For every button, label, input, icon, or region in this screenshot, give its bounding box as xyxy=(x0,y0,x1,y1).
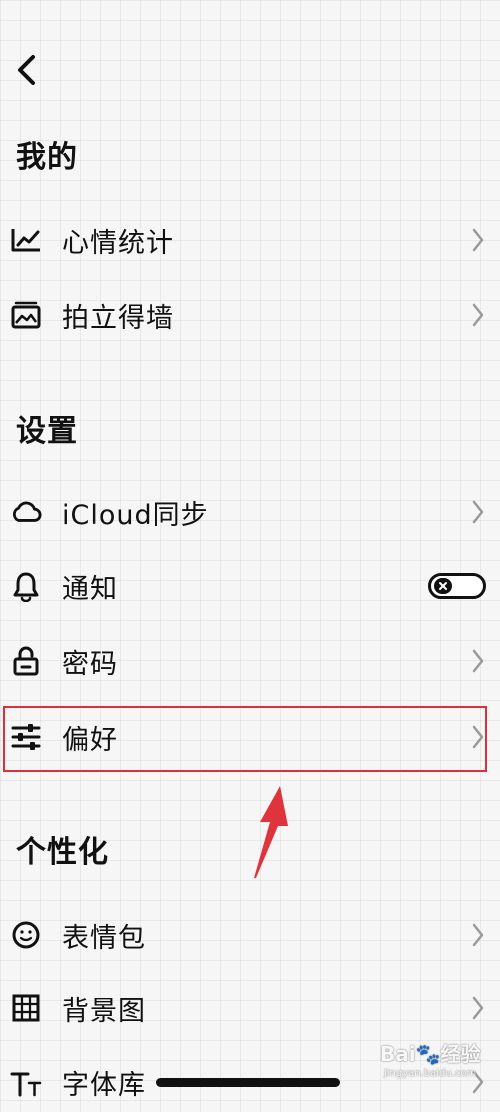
grid-icon xyxy=(10,992,42,1024)
lock-icon xyxy=(10,645,42,677)
row-mood-stats[interactable]: 心情统计 xyxy=(0,210,500,270)
photo-frame-icon xyxy=(10,299,42,331)
row-preferences[interactable]: 偏好 xyxy=(0,707,500,767)
watermark: Bai🐾经验 jingyan.baidu.com xyxy=(380,1038,498,1090)
row-label: 背景图 xyxy=(62,995,146,1027)
chevron-right-icon xyxy=(468,498,488,526)
chevron-right-icon xyxy=(468,647,488,675)
row-notifications[interactable]: 通知 xyxy=(0,556,500,616)
row-label: iCloud同步 xyxy=(62,499,209,531)
notification-toggle[interactable] xyxy=(428,573,486,599)
chevron-right-icon xyxy=(468,301,488,329)
chevron-right-icon xyxy=(468,921,488,949)
chevron-right-icon xyxy=(468,994,488,1022)
chevron-right-icon xyxy=(468,723,488,751)
section-title-mine: 我的 xyxy=(16,140,78,175)
watermark-brand: Bai xyxy=(380,1042,416,1066)
paw-icon: 🐾 xyxy=(415,1042,441,1066)
bell-icon xyxy=(10,570,42,602)
row-label: 拍立得墙 xyxy=(62,302,174,334)
chevron-left-icon xyxy=(18,55,35,85)
font-size-icon xyxy=(10,1066,42,1098)
back-button[interactable] xyxy=(8,50,44,90)
row-stickers[interactable]: 表情包 xyxy=(0,905,500,965)
section-title-personalize: 个性化 xyxy=(16,835,109,870)
row-backgrounds[interactable]: 背景图 xyxy=(0,978,500,1038)
row-label: 表情包 xyxy=(62,922,146,954)
watermark-brand-suffix: 经验 xyxy=(440,1042,481,1066)
row-label: 密码 xyxy=(62,648,118,680)
row-password[interactable]: 密码 xyxy=(0,631,500,691)
row-polaroid-wall[interactable]: 拍立得墙 xyxy=(0,285,500,345)
row-label: 通知 xyxy=(62,573,118,605)
toggle-off-x-icon xyxy=(434,578,452,594)
cloud-icon xyxy=(10,496,42,528)
chevron-right-icon xyxy=(468,226,488,254)
smiley-icon xyxy=(10,919,42,951)
home-indicator xyxy=(156,1078,340,1087)
chart-line-icon xyxy=(10,224,42,256)
row-label: 心情统计 xyxy=(62,227,174,259)
sliders-icon xyxy=(10,721,42,753)
row-icloud-sync[interactable]: iCloud同步 xyxy=(0,482,500,542)
annotation-arrow xyxy=(254,786,288,878)
row-label: 字体库 xyxy=(62,1069,146,1101)
section-title-settings: 设置 xyxy=(16,414,78,449)
watermark-domain: jingyan.baidu.com xyxy=(384,1068,477,1079)
row-label: 偏好 xyxy=(62,724,118,756)
